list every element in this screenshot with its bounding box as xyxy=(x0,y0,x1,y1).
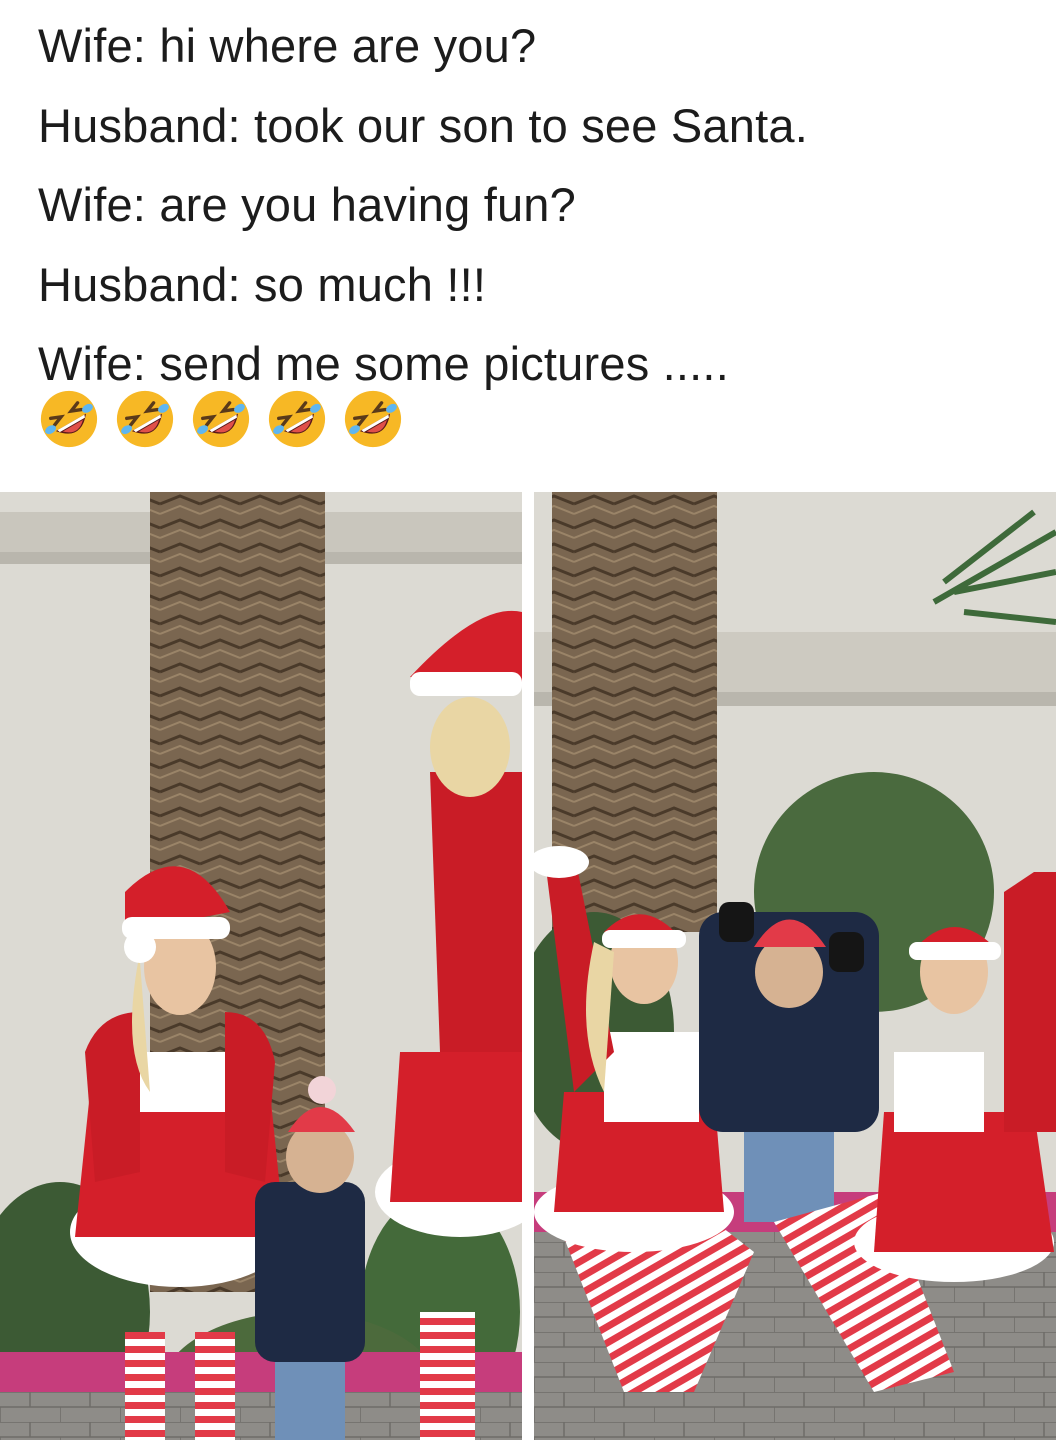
rolling-on-floor-laughing-icon xyxy=(116,390,174,448)
caption-line-2: Husband: took our son to see Santa. xyxy=(38,98,808,152)
post-caption: Wife: hi where are you? Husband: took ou… xyxy=(38,6,1038,404)
rolling-on-floor-laughing-icon xyxy=(40,390,98,448)
photo-left[interactable] xyxy=(0,492,522,1440)
caption-line-4: Husband: so much !!! xyxy=(38,257,487,311)
caption-line-3: Wife: are you having fun? xyxy=(38,178,576,231)
photo-right-scene xyxy=(534,492,1056,1440)
rolling-on-floor-laughing-icon xyxy=(268,390,326,448)
rolling-on-floor-laughing-icon xyxy=(192,390,250,448)
rolling-on-floor-laughing-icon xyxy=(344,390,402,448)
photo-right[interactable] xyxy=(534,492,1056,1440)
caption-line-1: Wife: hi where are you? xyxy=(38,19,537,72)
photo-left-scene xyxy=(0,492,522,1440)
emoji-row xyxy=(38,388,404,450)
photo-collage xyxy=(0,492,1056,1440)
